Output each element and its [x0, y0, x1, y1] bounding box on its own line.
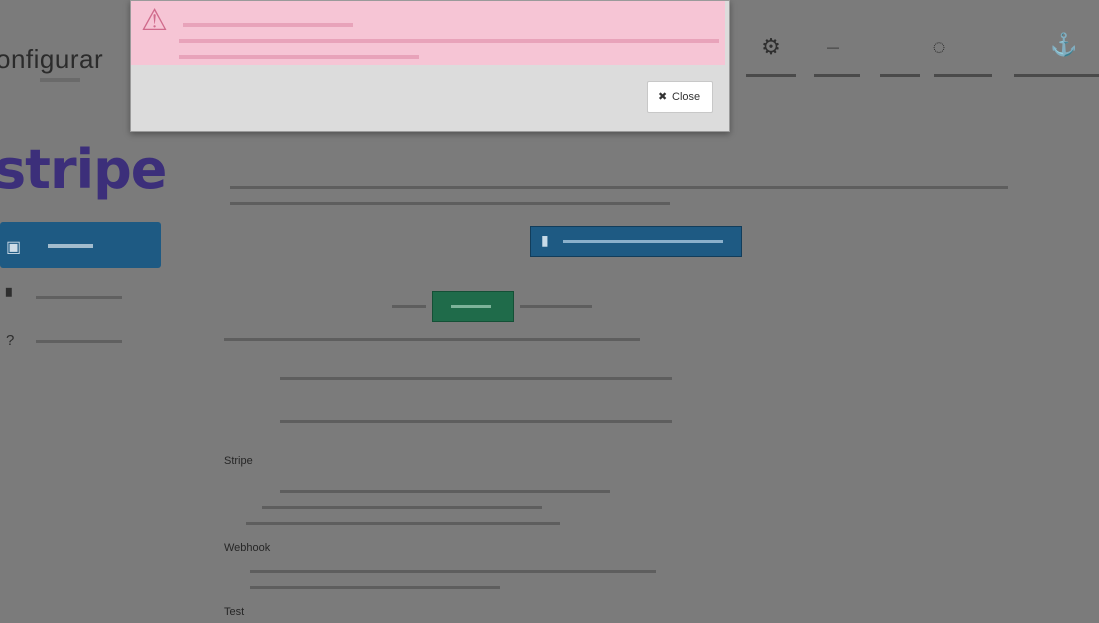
top-nav: ⚙ — ◌ ⚓ — [746, 30, 1099, 86]
nav-menu-icon[interactable]: — — [820, 34, 846, 60]
close-icon: ✖ — [658, 91, 668, 103]
sidebar-item-label — [48, 244, 93, 248]
sidebar-item-help[interactable]: ? — [6, 332, 146, 352]
sidebar-item-logs[interactable]: ▘ — [6, 288, 146, 308]
lock-icon: ▮ — [541, 232, 549, 248]
section-test-heading: Test — [224, 606, 245, 618]
alert-message-line-2 — [179, 55, 419, 59]
alert-message-line-1 — [179, 39, 719, 43]
settings-icon: ▣ — [6, 239, 22, 256]
alert-modal: ⚠ ✖ Close — [130, 0, 730, 132]
alert-title-line — [183, 23, 353, 27]
webhooks-line-2 — [250, 586, 500, 589]
sidebar-item-label — [36, 340, 122, 343]
webhook-info-line — [224, 338, 640, 341]
nav-anchor-icon[interactable]: ⚓ — [1050, 32, 1077, 58]
payment-line-1 — [280, 490, 610, 493]
payment-line-3 — [246, 522, 560, 525]
document-icon: ▘ — [6, 289, 18, 306]
mode-toggle-label — [451, 305, 491, 308]
payment-line-2 — [262, 506, 542, 509]
webhook-url-line-2 — [280, 420, 672, 423]
nav-label-3 — [880, 74, 920, 77]
nav-label-5 — [1014, 74, 1099, 77]
mode-label-right — [520, 305, 592, 308]
nav-label-2 — [814, 74, 860, 77]
app-brand: onfigurar — [0, 44, 104, 74]
warning-icon: ⚠ — [141, 4, 168, 37]
close-button-label: Close — [672, 91, 701, 103]
close-button[interactable]: ✖ Close — [647, 81, 713, 113]
brand-subtitle — [40, 78, 80, 82]
section-payment-heading: Stripe — [224, 455, 253, 467]
nav-label-1 — [746, 74, 796, 77]
nav-gear-icon[interactable]: ⚙ — [758, 34, 784, 60]
stripe-logo: stripe — [0, 138, 167, 201]
webhook-url-line-1 — [280, 377, 672, 380]
sidebar-item-settings[interactable]: ▣ — [0, 222, 161, 268]
connect-stripe-button[interactable]: ▮ — [530, 226, 742, 257]
intro-text-line-1 — [230, 186, 1008, 189]
error-alert: ⚠ — [131, 1, 725, 65]
mode-toggle-button[interactable] — [432, 291, 514, 322]
nav-label-4 — [934, 74, 992, 77]
nav-globe-icon[interactable]: ◌ — [926, 34, 952, 60]
connect-button-label — [563, 240, 723, 243]
mode-label-left — [392, 305, 426, 308]
section-webhooks-heading: Webhook — [224, 542, 271, 554]
webhooks-line-1 — [250, 570, 656, 573]
sidebar-item-label — [36, 296, 122, 299]
intro-text-line-2 — [230, 202, 670, 205]
help-icon: ? — [6, 332, 15, 349]
